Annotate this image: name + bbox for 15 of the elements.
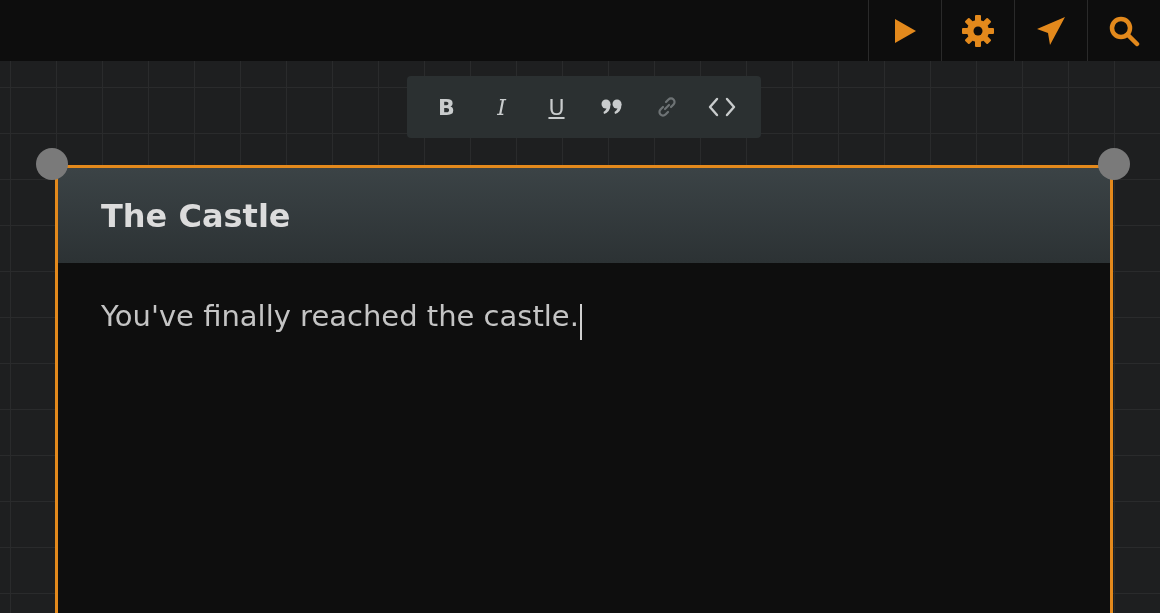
settings-icon xyxy=(961,13,995,48)
card-text[interactable]: You've finally reached the castle. xyxy=(101,299,579,333)
underline-button[interactable]: U xyxy=(529,87,584,127)
story-card[interactable]: The Castle You've finally reached the castle. xyxy=(55,165,1113,613)
italic-button[interactable]: I xyxy=(474,87,529,127)
search-icon xyxy=(1108,14,1140,47)
send-icon xyxy=(1035,14,1067,47)
play-icon xyxy=(893,17,917,44)
link-icon xyxy=(655,96,678,118)
bold-button[interactable]: B xyxy=(419,87,474,127)
code-icon xyxy=(707,97,736,117)
card-title: The Castle xyxy=(101,196,291,235)
quote-icon xyxy=(600,99,623,115)
resize-handle[interactable] xyxy=(1098,148,1130,180)
resize-handle[interactable] xyxy=(36,148,68,180)
